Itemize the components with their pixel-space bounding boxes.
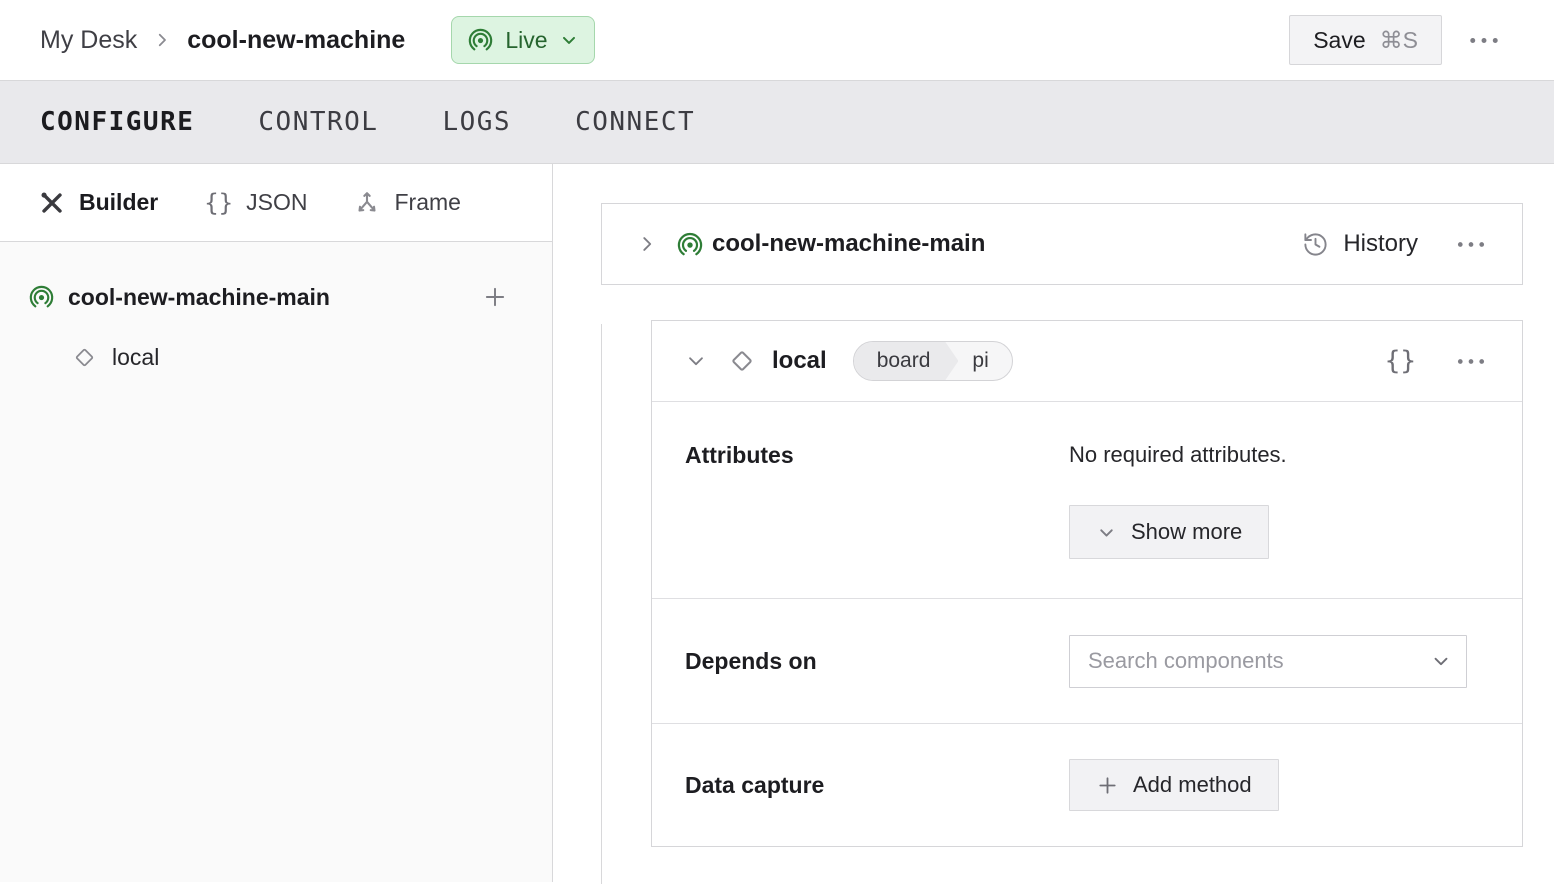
component-json-toggle-button[interactable]: {} bbox=[1375, 336, 1426, 386]
chevron-down-icon bbox=[559, 30, 579, 50]
mode-json-label: JSON bbox=[246, 189, 307, 216]
component-title: local bbox=[772, 347, 827, 375]
data-capture-label: Data capture bbox=[685, 772, 1069, 799]
add-component-button[interactable] bbox=[472, 274, 518, 320]
main-nav-tabbar: CONFIGURE CONTROL LOGS CONNECT bbox=[0, 81, 1554, 164]
ellipsis-icon bbox=[1456, 240, 1486, 249]
data-capture-section: Data capture Add method bbox=[652, 723, 1522, 846]
plus-icon bbox=[1096, 774, 1119, 797]
component-type: board bbox=[854, 342, 959, 380]
breadcrumb-current: cool-new-machine bbox=[187, 26, 405, 55]
component-collapse-button[interactable] bbox=[681, 346, 711, 376]
sidebar-mode-switcher: Builder {} JSON Frame bbox=[0, 164, 552, 242]
tree-connector-line bbox=[601, 324, 602, 884]
app-body: Builder {} JSON Frame bbox=[0, 164, 1554, 882]
depends-on-label: Depends on bbox=[685, 648, 1069, 675]
config-main-area: cool-new-machine-main History bbox=[553, 164, 1554, 882]
mode-json[interactable]: {} JSON bbox=[204, 189, 307, 217]
save-button[interactable]: Save ⌘S bbox=[1289, 15, 1442, 65]
attributes-content: No required attributes. Show more bbox=[1069, 442, 1287, 598]
breadcrumb-separator-icon bbox=[153, 31, 171, 49]
show-more-button[interactable]: Show more bbox=[1069, 505, 1269, 559]
part-card-actions: History bbox=[1302, 230, 1496, 259]
mode-frame-label: Frame bbox=[394, 189, 460, 216]
chevron-right-icon bbox=[636, 233, 658, 255]
add-method-label: Add method bbox=[1133, 772, 1252, 798]
broadcast-icon bbox=[467, 27, 494, 53]
depends-on-select bbox=[1069, 635, 1467, 688]
component-diamond-icon bbox=[72, 345, 97, 370]
save-shortcut: ⌘S bbox=[1380, 27, 1418, 54]
tab-logs[interactable]: LOGS bbox=[442, 107, 511, 137]
machine-part-icon bbox=[28, 284, 55, 310]
tree-item-component-local[interactable]: local bbox=[72, 344, 518, 371]
ellipsis-icon bbox=[1468, 36, 1500, 45]
machine-part-card: cool-new-machine-main History bbox=[601, 203, 1523, 285]
braces-icon: {} bbox=[1385, 346, 1416, 376]
component-card-header: local board pi {} bbox=[652, 321, 1522, 401]
attributes-label: Attributes bbox=[685, 442, 1069, 598]
config-sidebar: Builder {} JSON Frame bbox=[0, 164, 553, 882]
component-card-actions: {} bbox=[1375, 336, 1496, 386]
part-card-overflow-menu-button[interactable] bbox=[1446, 230, 1496, 259]
breadcrumb: My Desk cool-new-machine bbox=[40, 26, 405, 55]
save-label: Save bbox=[1313, 27, 1365, 54]
part-card-title: cool-new-machine-main bbox=[712, 230, 985, 258]
search-components-input[interactable] bbox=[1069, 635, 1467, 688]
machine-part-icon bbox=[676, 231, 704, 258]
axes-icon bbox=[353, 189, 381, 217]
component-card-local: local board pi {} bbox=[651, 320, 1523, 847]
tab-configure[interactable]: CONFIGURE bbox=[40, 107, 194, 137]
header-overflow-menu-button[interactable] bbox=[1458, 26, 1510, 55]
breadcrumb-parent-link[interactable]: My Desk bbox=[40, 26, 137, 55]
component-diamond-icon bbox=[728, 347, 756, 375]
tree-part-label: cool-new-machine-main bbox=[68, 284, 330, 311]
component-model: pi bbox=[958, 342, 1011, 380]
machine-tree: cool-new-machine-main local bbox=[0, 242, 552, 371]
depends-on-section: Depends on bbox=[652, 598, 1522, 723]
attributes-empty-text: No required attributes. bbox=[1069, 442, 1287, 468]
braces-icon: {} bbox=[204, 189, 233, 217]
mode-builder[interactable]: Builder bbox=[38, 189, 158, 217]
mode-builder-label: Builder bbox=[79, 189, 158, 216]
component-type-tag: board pi bbox=[853, 341, 1013, 381]
mode-frame[interactable]: Frame bbox=[353, 189, 460, 217]
chevron-down-icon bbox=[1096, 522, 1117, 543]
history-icon bbox=[1302, 231, 1329, 258]
show-more-label: Show more bbox=[1131, 519, 1242, 545]
history-label: History bbox=[1343, 230, 1418, 258]
attributes-section: Attributes No required attributes. Show … bbox=[652, 401, 1522, 598]
plus-icon bbox=[482, 284, 508, 310]
tree-component-label: local bbox=[112, 344, 159, 371]
tools-icon bbox=[38, 189, 66, 217]
tab-control[interactable]: CONTROL bbox=[258, 107, 378, 137]
tab-connect[interactable]: CONNECT bbox=[575, 107, 695, 137]
tree-item-machine-part[interactable]: cool-new-machine-main bbox=[28, 274, 518, 320]
component-overflow-menu-button[interactable] bbox=[1446, 347, 1496, 376]
chevron-down-icon bbox=[685, 350, 707, 372]
machine-status-badge[interactable]: Live bbox=[451, 16, 594, 64]
add-method-button[interactable]: Add method bbox=[1069, 759, 1279, 811]
part-card-expand-button[interactable] bbox=[632, 229, 662, 259]
ellipsis-icon bbox=[1456, 357, 1486, 366]
history-button[interactable]: History bbox=[1302, 230, 1418, 258]
status-label: Live bbox=[505, 27, 547, 54]
app-header: My Desk cool-new-machine Live Save ⌘S bbox=[0, 0, 1554, 81]
